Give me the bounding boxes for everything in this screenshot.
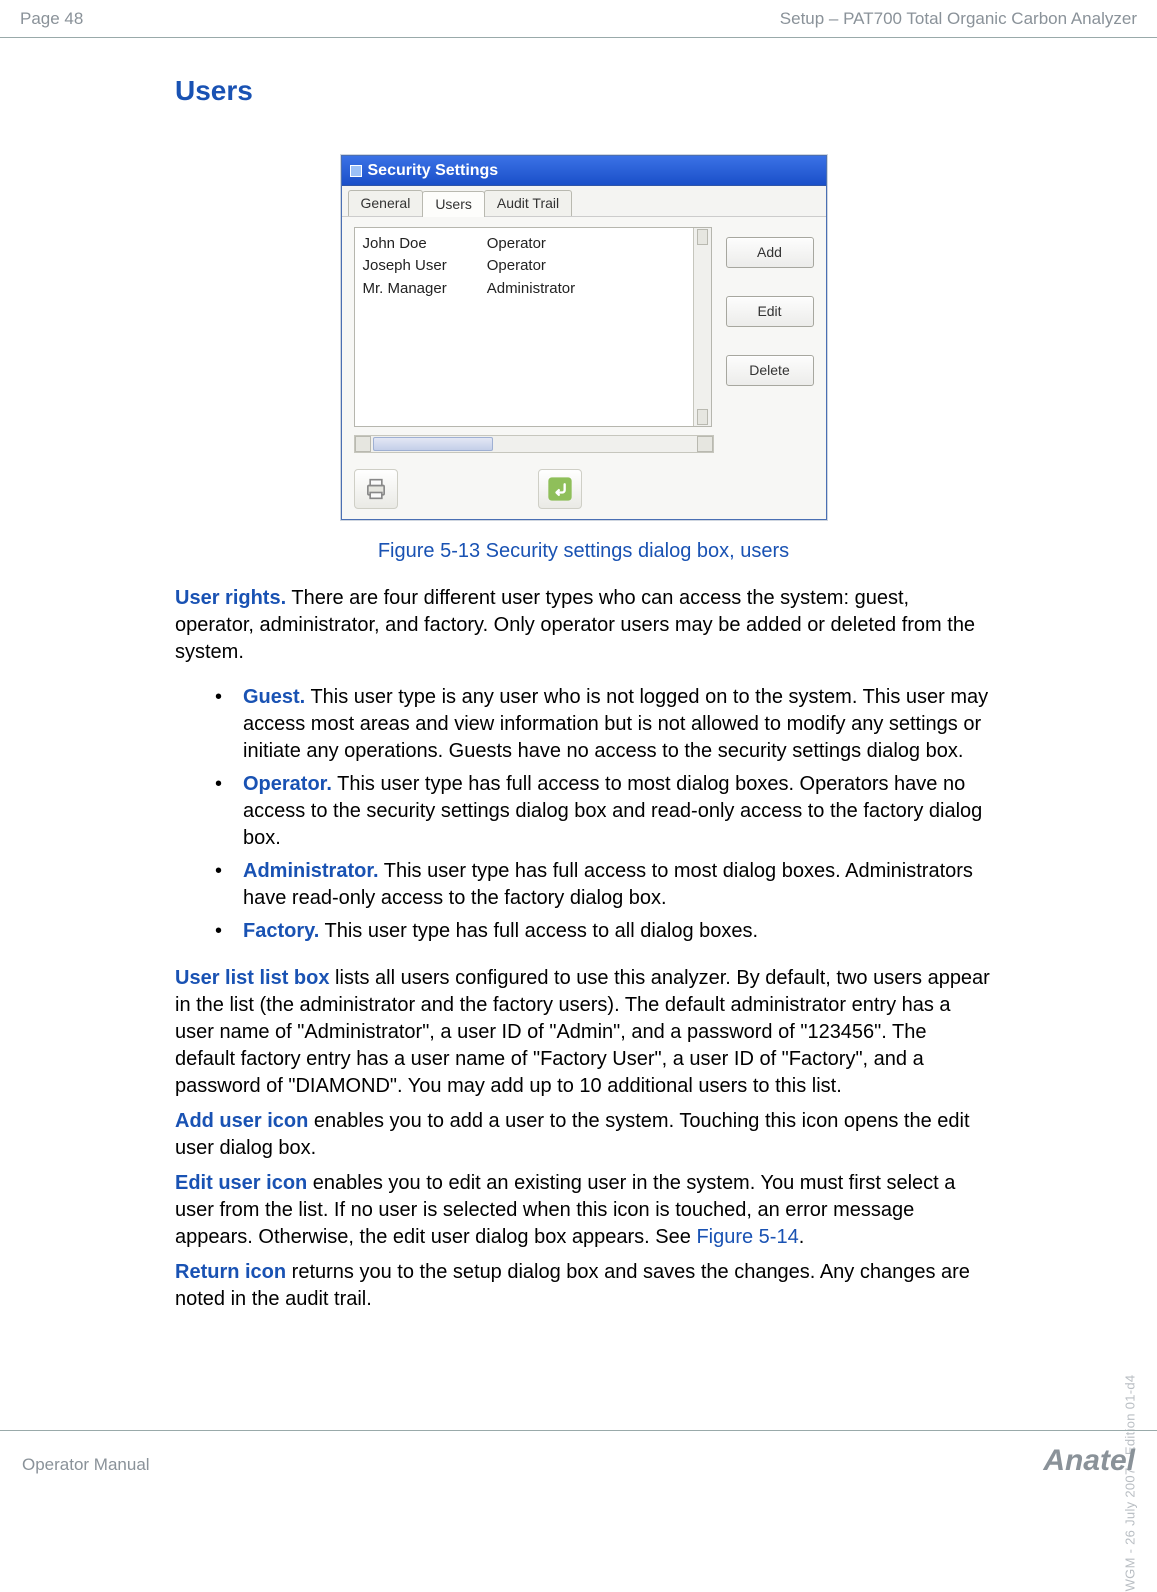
body-text: User rights. There are four different us… (175, 585, 992, 1313)
figure-link[interactable]: Figure 5-14 (696, 1226, 798, 1248)
side-stamp: WGM - 26 July 2007 - Edition 01-d4 (1121, 1375, 1139, 1592)
text: returns you to the setup dialog box and … (175, 1261, 970, 1310)
scroll-thumb[interactable] (373, 437, 493, 451)
page-number: Page 48 (20, 8, 83, 31)
figure-wrap: Security Settings General Users Audit Tr… (175, 155, 992, 565)
return-icon-paragraph: Return icon returns you to the setup dia… (175, 1259, 992, 1313)
term-administrator: Administrator. (243, 860, 379, 882)
brand: Anatel (1043, 1441, 1135, 1482)
return-icon[interactable] (538, 469, 582, 509)
list-content: John Doe Joseph User Mr. Manager Operato… (355, 228, 693, 426)
tab-audit-trail[interactable]: Audit Trail (484, 190, 572, 216)
list-item[interactable]: Joseph User (363, 256, 447, 276)
content-area: Users Security Settings General Users Au… (0, 38, 1157, 1313)
tab-general[interactable]: General (348, 190, 424, 216)
term-return-icon: Return icon (175, 1261, 286, 1283)
term-user-rights: User rights. (175, 587, 286, 609)
user-role-column: Operator Operator Administrator (487, 234, 575, 420)
edit-user-icon-paragraph: Edit user icon enables you to edit an ex… (175, 1170, 992, 1251)
user-listbox[interactable]: John Doe Joseph User Mr. Manager Operato… (354, 227, 712, 427)
list-item: Guest. This user type is any user who is… (215, 684, 992, 765)
tab-users[interactable]: Users (422, 191, 485, 217)
footer-left: Operator Manual (22, 1454, 150, 1477)
dialog-footer (342, 463, 826, 519)
term-factory: Factory. (243, 920, 319, 942)
add-button[interactable]: Add (726, 237, 814, 268)
term-operator: Operator. (243, 773, 332, 795)
term-user-list: User list list box (175, 967, 330, 989)
tabs: General Users Audit Trail (342, 186, 826, 217)
horizontal-scrollbar[interactable] (354, 435, 714, 453)
list-item: Factory. This user type has full access … (215, 918, 992, 945)
page-header: Page 48 Setup – PAT700 Total Organic Car… (0, 0, 1157, 38)
term-guest: Guest. (243, 686, 305, 708)
delete-button[interactable]: Delete (726, 355, 814, 386)
list-item: Operator (487, 256, 575, 276)
text: This user type has full access to all di… (319, 920, 758, 942)
page-footer: Operator Manual Anatel (0, 1430, 1157, 1482)
text: . (799, 1226, 805, 1248)
list-item: Operator. This user type has full access… (215, 771, 992, 852)
text: There are four different user types who … (175, 587, 975, 663)
dialog-body: John Doe Joseph User Mr. Manager Operato… (342, 217, 826, 435)
figure-caption: Figure 5-13 Security settings dialog box… (175, 538, 992, 565)
dialog-titlebar[interactable]: Security Settings (342, 156, 826, 187)
doc-title: Setup – PAT700 Total Organic Carbon Anal… (780, 8, 1137, 31)
scroll-left-icon[interactable] (355, 436, 371, 452)
printer-icon[interactable] (354, 469, 398, 509)
list-item: Administrator (487, 279, 575, 299)
add-user-icon-paragraph: Add user icon enables you to add a user … (175, 1108, 992, 1162)
dialog-title: Security Settings (368, 160, 499, 182)
term-add-user-icon: Add user icon (175, 1110, 308, 1132)
list-item[interactable]: Mr. Manager (363, 279, 447, 299)
list-item[interactable]: John Doe (363, 234, 447, 254)
scroll-right-icon[interactable] (697, 436, 713, 452)
edit-button[interactable]: Edit (726, 296, 814, 327)
vertical-scrollbar[interactable] (693, 228, 711, 426)
user-list-paragraph: User list list box lists all users confi… (175, 965, 992, 1100)
window-icon (350, 165, 362, 177)
list-item: Administrator. This user type has full a… (215, 858, 992, 912)
security-settings-dialog: Security Settings General Users Audit Tr… (341, 155, 827, 520)
text: This user type has full access to most d… (243, 773, 982, 849)
user-rights-paragraph: User rights. There are four different us… (175, 585, 992, 666)
term-edit-user-icon: Edit user icon (175, 1172, 307, 1194)
button-column: Add Edit Delete (726, 227, 814, 427)
section-heading: Users (175, 72, 992, 110)
user-name-column: John Doe Joseph User Mr. Manager (363, 234, 447, 420)
list-item: Operator (487, 234, 575, 254)
user-types-list: Guest. This user type is any user who is… (175, 674, 992, 957)
text: This user type is any user who is not lo… (243, 686, 988, 762)
